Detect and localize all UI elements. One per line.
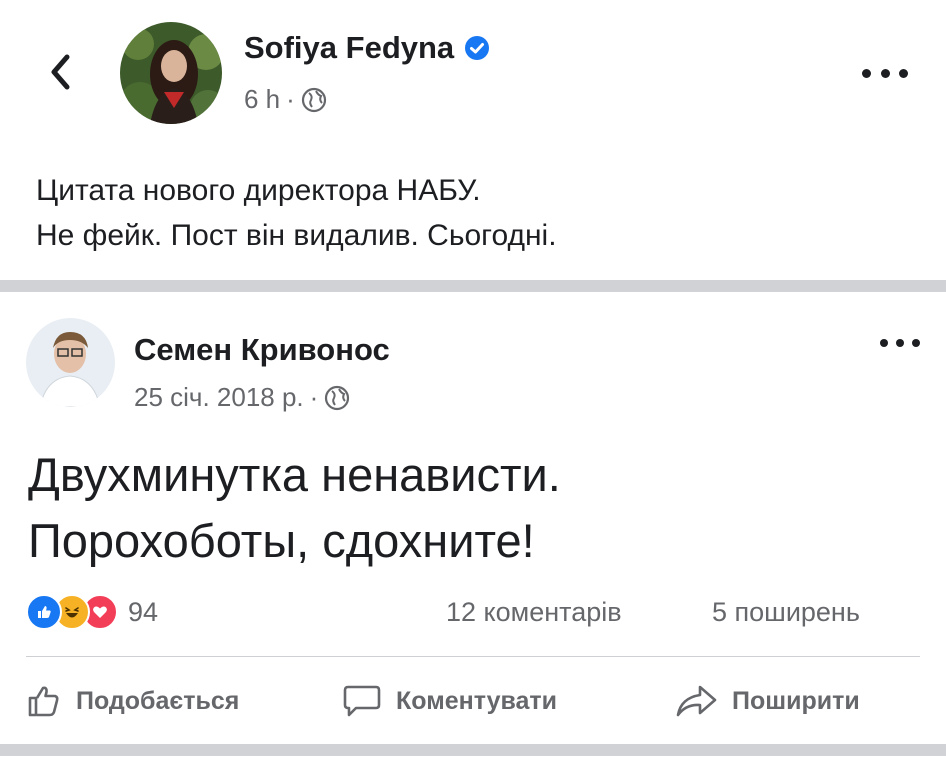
share-arrow-icon bbox=[676, 685, 717, 717]
avatar[interactable] bbox=[120, 22, 222, 124]
meta-separator: · bbox=[286, 84, 295, 114]
post-text-line: Не фейк. Пост він видалив. Сьогодні. bbox=[36, 219, 557, 252]
comment-bubble-icon bbox=[343, 685, 381, 717]
shares-count[interactable]: 5 поширень bbox=[712, 597, 860, 628]
post-author[interactable]: Sofiya Fedyna bbox=[244, 30, 490, 66]
shared-post-text-line: Двухминутка ненависти. bbox=[28, 448, 561, 501]
shared-post-meta: 25 січ. 2018 р. · bbox=[134, 382, 350, 413]
divider bbox=[0, 280, 946, 292]
chevron-left-icon bbox=[51, 54, 70, 90]
comments-count[interactable]: 12 коментарів bbox=[446, 597, 622, 628]
post-meta: 6 h · bbox=[244, 84, 327, 115]
comment-label: Коментувати bbox=[396, 686, 558, 715]
shared-author-avatar[interactable] bbox=[26, 318, 115, 407]
shared-post-date[interactable]: 25 січ. 2018 р. bbox=[134, 382, 304, 413]
share-button[interactable]: Поширити bbox=[674, 676, 860, 726]
more-options-button[interactable] bbox=[862, 62, 908, 84]
divider bbox=[0, 744, 946, 756]
back-button[interactable] bbox=[38, 50, 82, 94]
comment-button[interactable]: Коментувати bbox=[342, 676, 557, 726]
post-time[interactable]: 6 h bbox=[244, 84, 280, 115]
globe-icon bbox=[301, 87, 326, 112]
meta-separator: · bbox=[309, 382, 319, 412]
like-label: Подобається bbox=[76, 686, 240, 715]
shared-post-text-line: Порохоботы, сдохните! bbox=[28, 514, 535, 567]
post-text: Цитата нового директора НАБУ. Не фейк. П… bbox=[36, 168, 557, 258]
globe-icon bbox=[325, 385, 350, 410]
like-button[interactable]: Подобається bbox=[26, 676, 239, 726]
shared-more-options-button[interactable] bbox=[880, 334, 920, 352]
shared-author-name[interactable]: Семен Кривонос bbox=[134, 332, 390, 368]
share-label: Поширити bbox=[732, 686, 860, 715]
author-name: Sofiya Fedyna bbox=[244, 30, 455, 65]
reactions-summary[interactable]: 94 bbox=[26, 594, 158, 630]
like-reaction-icon bbox=[26, 594, 62, 630]
separator-line bbox=[26, 656, 920, 657]
thumbs-up-icon bbox=[28, 686, 59, 717]
post-text-line: Цитата нового директора НАБУ. bbox=[36, 174, 481, 207]
verified-badge-icon bbox=[465, 36, 490, 60]
shared-post-text: Двухминутка ненависти. Порохоботы, сдохн… bbox=[28, 442, 561, 574]
reactions-count: 94 bbox=[128, 596, 159, 627]
